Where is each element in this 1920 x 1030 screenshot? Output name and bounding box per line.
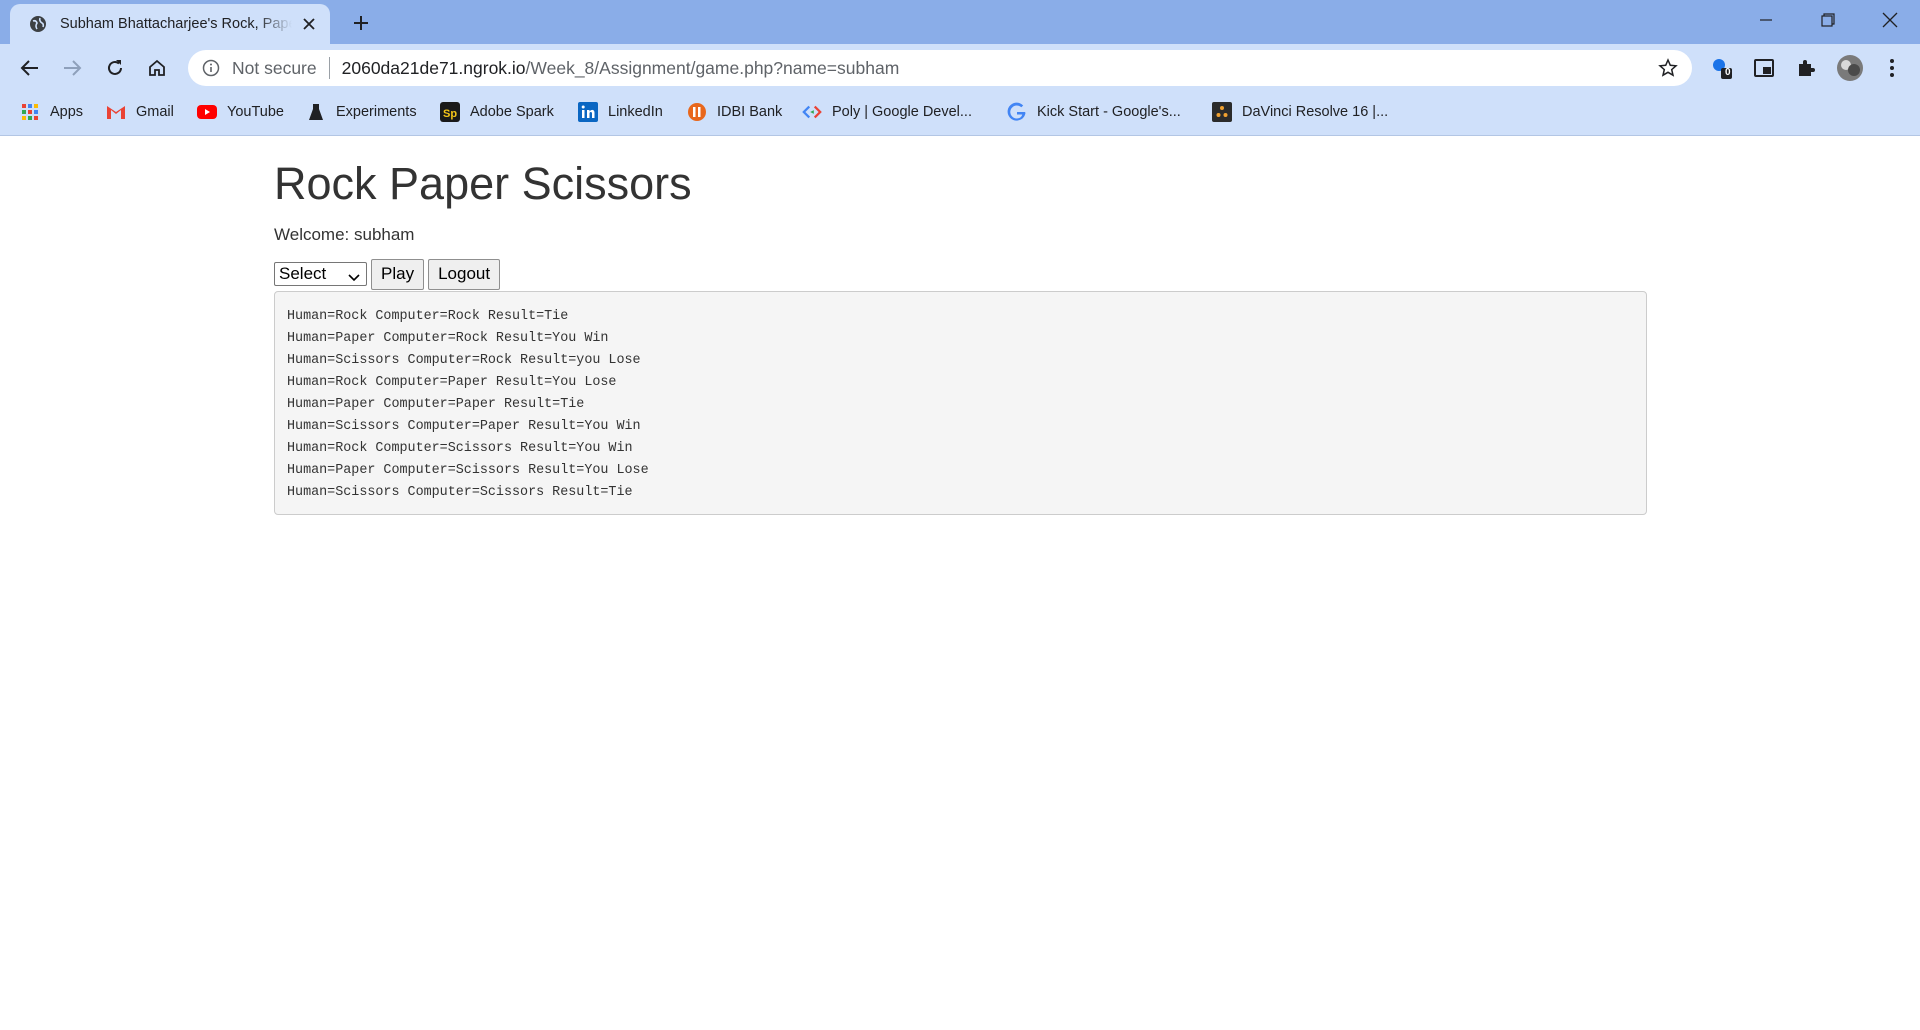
browser-tab[interactable]: Subham Bhattacharjee's Rock, Paper, Scis… (10, 4, 330, 44)
restore-icon[interactable] (1798, 0, 1858, 40)
bookmark-poly[interactable]: Poly | Google Devel... (802, 92, 972, 132)
bookmark-label: Apps (50, 104, 84, 120)
flask-icon (306, 102, 326, 122)
bookmark-label: Experiments (336, 104, 417, 120)
minimize-icon[interactable] (1736, 0, 1796, 40)
result-line: Human=Rock Computer=Rock Result=Tie (287, 308, 569, 324)
bookmark-kick-start[interactable]: Kick Start - Google's... (1007, 92, 1181, 132)
results-log: Human=Rock Computer=Rock Result=Tie Human… (274, 290, 1647, 515)
bookmark-idbi[interactable]: IDBI Bank (687, 92, 782, 132)
result-line: Human=Scissors Computer=Rock Result=you … (287, 352, 641, 368)
close-icon[interactable] (300, 15, 318, 33)
result-line: Human=Rock Computer=Scissors Result=You … (287, 440, 633, 456)
more-vertical-icon[interactable] (1880, 56, 1904, 80)
security-label: Not secure (232, 57, 317, 78)
star-icon[interactable] (1658, 58, 1678, 78)
tab-title: Subham Bhattacharjee's Rock, Paper, Scis… (60, 16, 292, 32)
plus-icon[interactable] (348, 10, 374, 36)
linkedin-icon (578, 102, 598, 122)
result-line: Human=Paper Computer=Scissors Result=You… (287, 462, 649, 478)
bookmark-linkedin[interactable]: LinkedIn (578, 92, 663, 132)
bookmark-label: IDBI Bank (717, 104, 783, 120)
svg-text:Sp: Sp (443, 108, 457, 120)
address-bar[interactable]: Not secure 2060da21de71.ngrok.io /Week_8… (188, 50, 1692, 86)
forward-arrow-icon[interactable] (58, 54, 86, 82)
browser-toolbar: Not secure 2060da21de71.ngrok.io /Week_8… (0, 44, 1920, 92)
back-arrow-icon[interactable] (16, 54, 44, 82)
bookmark-label: DaVinci Resolve 16 |... (1242, 104, 1389, 120)
bookmark-label: LinkedIn (608, 104, 663, 120)
url-host: 2060da21de71.ngrok.io (341, 57, 526, 78)
davinci-icon (1212, 102, 1232, 122)
result-line: Human=Scissors Computer=Paper Result=You… (287, 418, 641, 434)
extension-badge-icon[interactable]: 0 (1710, 56, 1734, 80)
bookmark-davinci[interactable]: DaVinci Resolve 16 |... (1212, 92, 1388, 132)
result-line: Human=Rock Computer=Paper Result=You Los… (287, 374, 617, 390)
divider (328, 57, 330, 79)
globe-icon (28, 14, 48, 34)
game-controls: Select Play Logout (274, 258, 1648, 290)
puzzle-icon[interactable] (1794, 56, 1818, 80)
poly-icon (802, 102, 822, 122)
home-icon[interactable] (143, 54, 171, 82)
bookmark-label: Kick Start - Google's... (1037, 104, 1181, 120)
apps-grid-icon (20, 102, 40, 122)
bookmark-youtube[interactable]: YouTube (197, 92, 284, 132)
result-line: Human=Paper Computer=Rock Result=You Win (287, 330, 609, 346)
window-close-icon[interactable] (1860, 0, 1920, 40)
logout-button[interactable]: Logout (428, 258, 501, 290)
gmail-icon (106, 102, 126, 122)
choice-select-value: Select (279, 264, 327, 283)
result-line: Human=Paper Computer=Paper Result=Tie (287, 396, 585, 412)
url-path: /Week_8/Assignment/game.php?name=subham (525, 57, 900, 78)
info-icon[interactable] (202, 59, 220, 77)
google-icon (1007, 102, 1027, 122)
bookmark-adobe-spark[interactable]: Sp Adobe Spark (440, 92, 554, 132)
reload-icon[interactable] (101, 54, 129, 82)
bookmark-gmail[interactable]: Gmail (106, 92, 174, 132)
bookmark-label: Poly | Google Devel... (832, 104, 972, 120)
idbi-icon (687, 102, 707, 122)
welcome-text: Welcome: subham (274, 224, 415, 244)
browser-titlebar: Subham Bhattacharjee's Rock, Paper, Scis… (0, 0, 1920, 44)
play-button[interactable]: Play (371, 258, 425, 290)
picture-in-picture-icon[interactable] (1752, 56, 1776, 80)
choice-select[interactable]: Select (274, 262, 367, 286)
bookmark-experiments[interactable]: Experiments (306, 92, 417, 132)
bookmark-label: YouTube (227, 104, 284, 120)
bookmark-label: Gmail (136, 104, 174, 120)
bookmark-label: Adobe Spark (470, 104, 554, 120)
adobe-spark-icon: Sp (440, 102, 460, 122)
page-title: Rock Paper Scissors (274, 158, 692, 209)
page-content: Rock Paper Scissors Welcome: subham Sele… (274, 137, 1648, 515)
bookmark-apps[interactable]: Apps (20, 92, 83, 132)
avatar[interactable] (1836, 54, 1864, 82)
extension-badge-count: 0 (1725, 67, 1731, 78)
youtube-icon (197, 102, 217, 122)
chevron-down-icon (348, 268, 360, 288)
result-line: Human=Scissors Computer=Scissors Result=… (287, 484, 633, 500)
bookmarks-bar: Apps Gmail YouTube Experiments Sp Adobe … (0, 92, 1920, 136)
